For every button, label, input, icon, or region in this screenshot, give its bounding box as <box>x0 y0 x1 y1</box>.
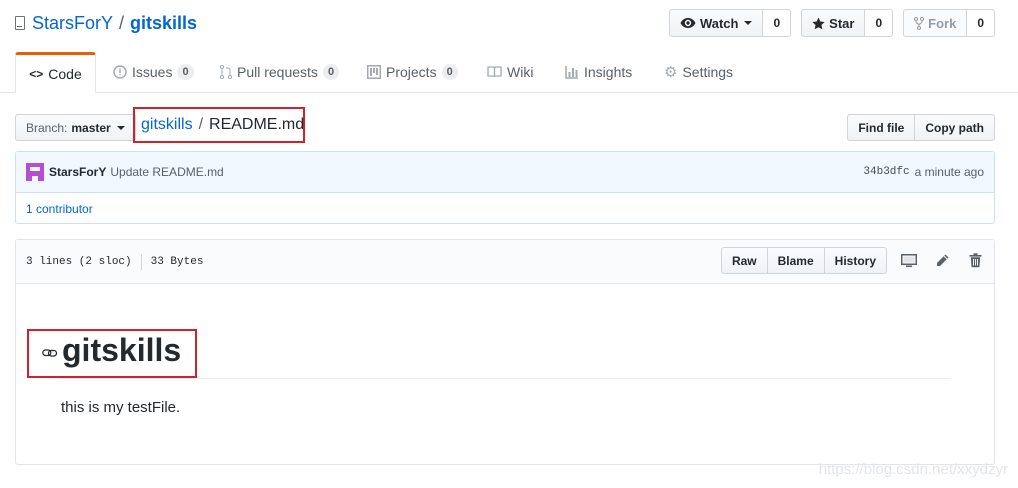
issues-counter: 0 <box>177 64 194 80</box>
projects-counter: 0 <box>441 64 458 80</box>
watch-label: Watch <box>699 15 739 31</box>
fork-group: Fork 0 <box>903 9 995 37</box>
breadcrumb-separator: / <box>198 116 204 133</box>
chevron-down-icon <box>116 125 125 130</box>
issue-icon <box>113 65 127 79</box>
breadcrumb-repo-link[interactable]: gitskills <box>141 116 193 134</box>
repo-icon <box>15 16 25 30</box>
watch-group: Watch 0 <box>668 9 792 37</box>
star-icon <box>812 16 825 29</box>
avatar[interactable] <box>26 163 44 181</box>
repo-title-separator: / <box>119 13 125 33</box>
raw-button[interactable]: Raw <box>720 247 768 274</box>
pencil-icon[interactable] <box>931 250 953 272</box>
branch-label: Branch: <box>26 120 68 135</box>
find-file-button[interactable]: Find file <box>847 114 916 141</box>
code-icon: <> <box>29 66 44 81</box>
pull-requests-counter: 0 <box>322 64 340 80</box>
readme-paragraph: this is my testFile. <box>61 399 181 416</box>
fork-label: Fork <box>928 15 957 31</box>
file-lines: 3 lines (2 sloc) <box>26 256 132 268</box>
file-info: 3 lines (2 sloc) 33 Bytes <box>26 254 203 270</box>
branch-name: master <box>71 120 111 135</box>
eye-icon <box>680 18 696 28</box>
desktop-icon[interactable] <box>898 250 920 272</box>
blame-button[interactable]: Blame <box>767 247 825 274</box>
watch-count[interactable]: 0 <box>763 9 792 37</box>
branch-select-button[interactable]: Branch: master <box>15 114 136 141</box>
tab-settings-label: Settings <box>682 64 734 80</box>
tab-pull-requests-label: Pull requests <box>237 64 318 80</box>
star-label: Star <box>829 15 855 31</box>
tab-issues-label: Issues <box>132 64 173 80</box>
fork-button[interactable]: Fork <box>903 9 968 37</box>
pagehead-actions: Watch 0 Star 0 Fork 0 <box>668 9 995 37</box>
commit-tease: StarsForY Update README.md 34b3dfc a min… <box>16 152 994 193</box>
star-count[interactable]: 0 <box>865 9 894 37</box>
heading-divider <box>60 378 950 379</box>
commit-meta: 34b3dfc a minute ago <box>863 165 984 179</box>
file-nav-buttons: Find file Copy path <box>847 114 995 141</box>
trashcan-icon[interactable] <box>964 250 986 272</box>
fork-icon <box>914 16 925 30</box>
file-actions: Raw Blame History <box>720 247 986 274</box>
tab-insights[interactable]: Insights <box>565 52 632 92</box>
project-icon <box>367 65 381 79</box>
tab-wiki[interactable]: Wiki <box>487 52 533 92</box>
tab-projects-label: Projects <box>386 64 437 80</box>
tab-wiki-label: Wiki <box>507 64 534 80</box>
tab-issues[interactable]: Issues 0 <box>113 52 194 92</box>
graph-icon <box>565 66 578 79</box>
watermark-text: https://blog.csdn.net/xxydzyr <box>818 461 1008 478</box>
tab-pull-requests[interactable]: Pull requests 0 <box>220 52 340 92</box>
commit-time: a minute ago <box>914 165 984 179</box>
commit-message-link[interactable]: Update README.md <box>110 165 223 179</box>
contributors-link[interactable]: 1 contributor <box>26 202 93 216</box>
readme-heading: gitskills <box>42 332 181 369</box>
repo-nav: <> Code Issues 0 Pull requests 0 Project… <box>0 52 1018 93</box>
tab-code[interactable]: <> Code <box>15 52 96 93</box>
pull-request-icon <box>220 65 232 79</box>
repo-owner-link[interactable]: StarsForY <box>32 12 113 34</box>
tab-settings[interactable]: ⚙ Settings <box>664 52 733 92</box>
repo-title: StarsForY / gitskills <box>15 12 197 34</box>
book-icon <box>487 66 502 78</box>
file-info-divider <box>140 254 142 270</box>
readme-heading-text: gitskills <box>62 332 182 368</box>
commit-box: StarsForY Update README.md 34b3dfc a min… <box>15 151 995 224</box>
star-group: Star 0 <box>801 9 894 37</box>
tab-code-label: Code <box>48 65 82 82</box>
breadcrumb-file-name: README.md <box>209 116 305 133</box>
gear-icon: ⚙ <box>664 64 678 81</box>
chevron-down-icon <box>744 21 753 25</box>
history-button[interactable]: History <box>824 247 887 274</box>
file-size: 33 Bytes <box>150 256 204 268</box>
file-header: 3 lines (2 sloc) 33 Bytes Raw Blame Hist… <box>16 240 994 284</box>
copy-path-button[interactable]: Copy path <box>915 114 995 141</box>
repo-name-link[interactable]: gitskills <box>130 12 197 34</box>
tab-projects[interactable]: Projects 0 <box>367 52 458 92</box>
tab-insights-label: Insights <box>584 64 633 80</box>
breadcrumb: gitskills / README.md <box>133 107 305 143</box>
star-button[interactable]: Star <box>801 9 866 37</box>
fork-count[interactable]: 0 <box>967 9 995 37</box>
commit-sha-link[interactable]: 34b3dfc <box>863 166 909 178</box>
link-icon[interactable] <box>42 345 58 361</box>
commit-author-link[interactable]: StarsForY <box>49 165 106 179</box>
watch-button[interactable]: Watch <box>668 9 764 37</box>
